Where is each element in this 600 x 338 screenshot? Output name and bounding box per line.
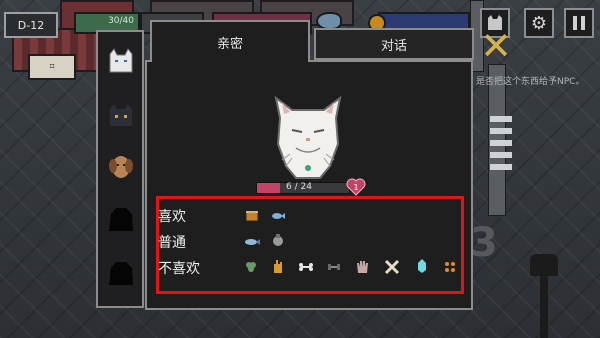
neutral-label: 普通	[158, 235, 186, 251]
locked-silhouette-icon	[109, 208, 133, 231]
preferences-highlight	[156, 196, 464, 294]
crystal-icon[interactable]	[414, 258, 430, 274]
like-label: 喜欢	[158, 209, 186, 225]
cat-toy-icon[interactable]	[270, 232, 286, 248]
ground-number: 3	[470, 220, 498, 266]
dislike-label: 不喜欢	[158, 261, 200, 277]
shop-sign: ⌗	[28, 54, 76, 80]
pause-icon	[573, 16, 585, 30]
affection-value: 6 / 24	[286, 182, 312, 192]
canned-food-icon[interactable]	[244, 208, 260, 224]
white-cat-portrait-icon	[274, 95, 342, 179]
roster-locked[interactable]	[104, 256, 138, 290]
black-cat-icon	[110, 104, 132, 126]
street-lamp-post	[540, 270, 548, 338]
affection-level: 1	[353, 183, 358, 192]
white-cat-icon	[109, 48, 133, 73]
tab-label: 亲密	[216, 36, 243, 52]
settings-button[interactable]: ⚙	[524, 8, 554, 38]
dumbbell-icon[interactable]	[326, 259, 342, 275]
gear-icon: ⚙	[530, 12, 548, 34]
sparkle-icon[interactable]	[442, 259, 458, 275]
heart-icon: 1	[346, 178, 366, 196]
tab-label: 对话	[380, 38, 407, 54]
roster-white-cat[interactable]	[104, 44, 138, 78]
character-portrait	[272, 95, 344, 180]
locked-silhouette-icon	[109, 262, 133, 285]
crosswalk	[490, 110, 512, 170]
tab-dialogue[interactable]: 对话	[314, 28, 474, 60]
bone-icon[interactable]	[298, 259, 314, 275]
day-counter: D-12	[4, 12, 58, 38]
roster-brown-dog[interactable]	[104, 150, 138, 184]
tab-intimacy[interactable]: 亲密	[150, 20, 310, 62]
clover-icon[interactable]	[243, 259, 259, 275]
hint-text: 是否把这个东西给予NPC。	[476, 77, 585, 87]
stamina-text: 30/40	[108, 16, 134, 26]
character-roster	[96, 30, 144, 308]
roster-locked[interactable]	[104, 202, 138, 236]
raw-fish-icon[interactable]	[244, 234, 260, 250]
glove-icon[interactable]	[270, 258, 286, 274]
dog-icon	[109, 156, 133, 178]
pause-button[interactable]	[564, 8, 594, 38]
close-icon[interactable]: ✕	[478, 27, 514, 65]
paw-icon[interactable]	[354, 258, 370, 274]
cross-bones-icon[interactable]	[384, 259, 400, 275]
roster-black-cat[interactable]	[104, 98, 138, 132]
fish-icon[interactable]	[270, 208, 286, 224]
